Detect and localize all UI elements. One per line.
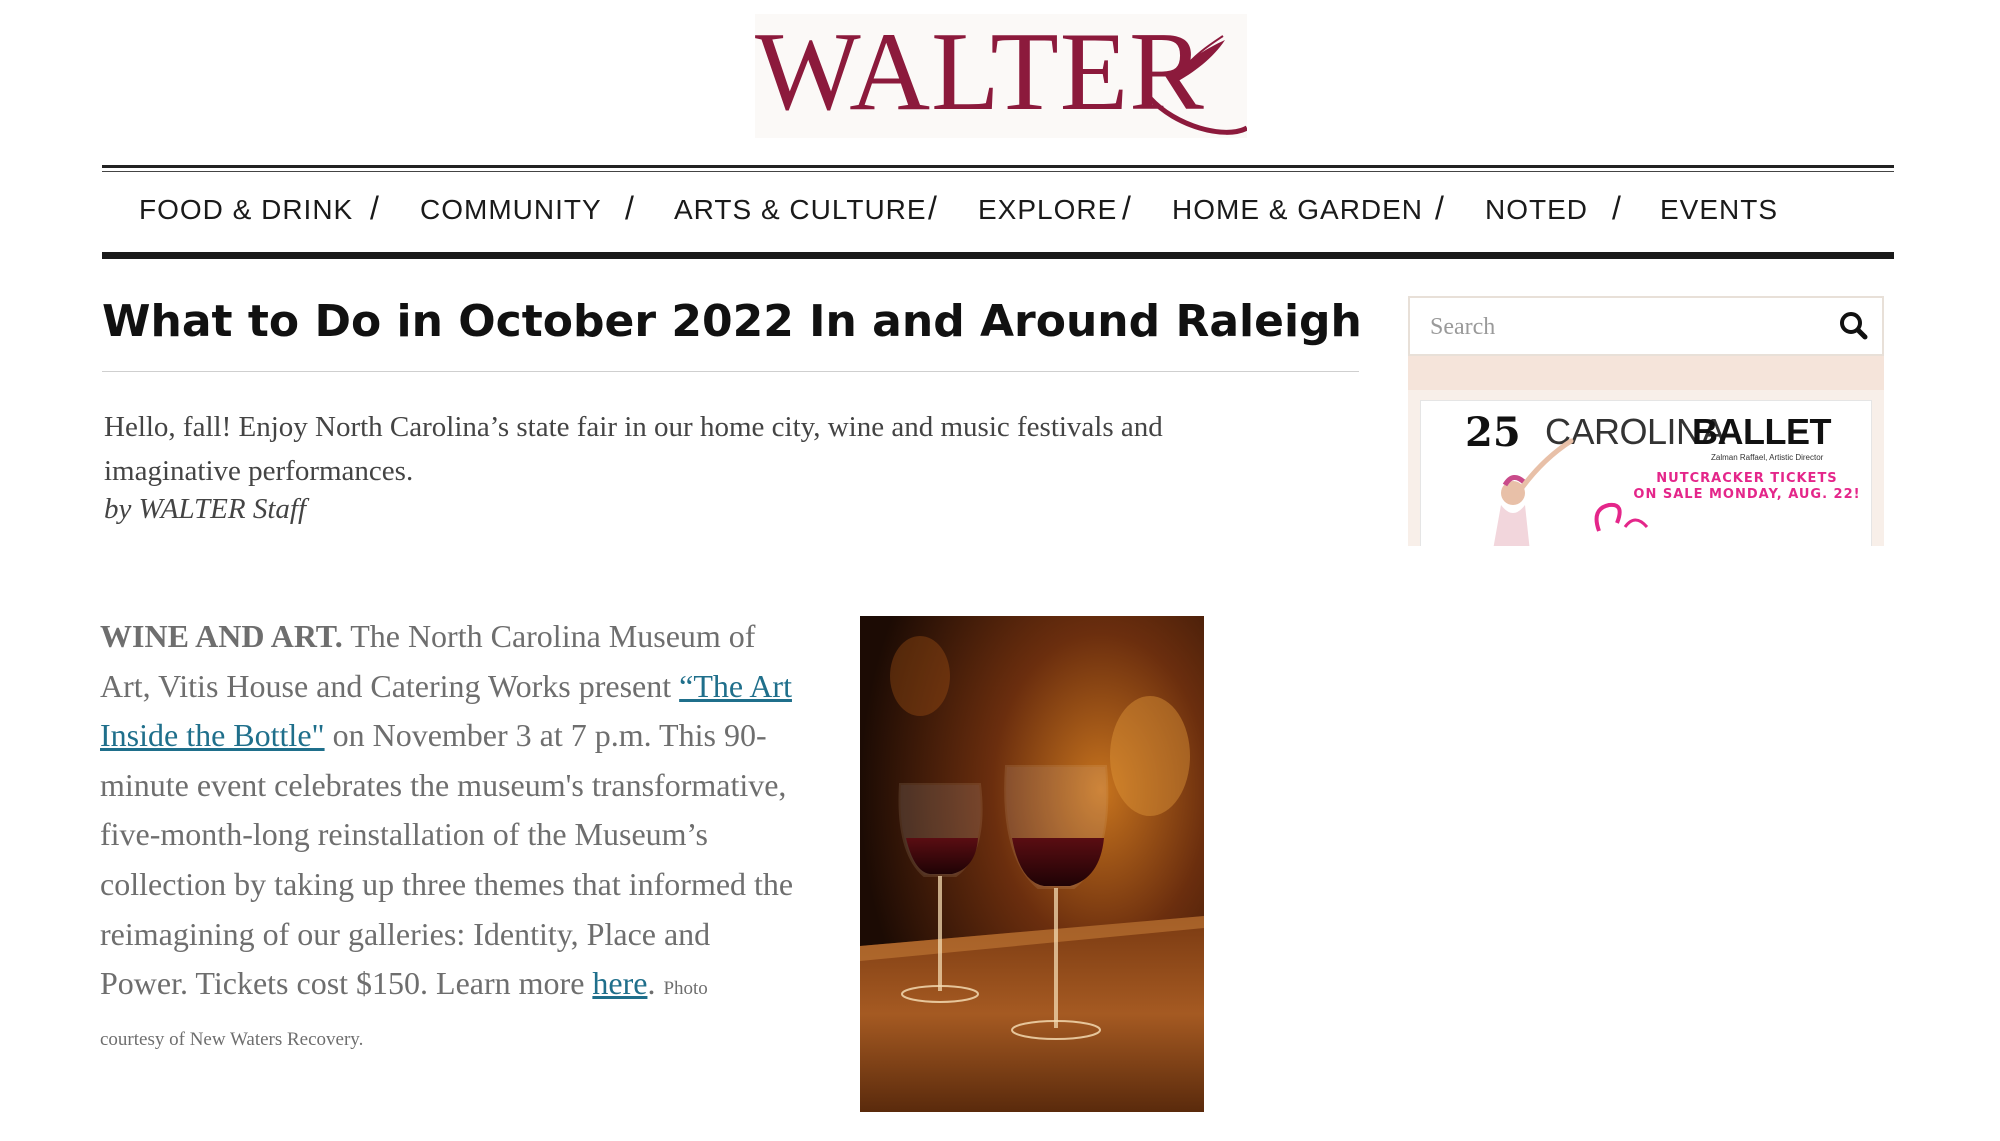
nav-separator: / <box>928 190 937 226</box>
section-text: on November 3 at 7 p.m. This 90-minute e… <box>100 717 794 1002</box>
search-icon[interactable] <box>1834 306 1874 346</box>
nav-top-rule <box>102 165 1894 168</box>
page-title: What to Do in October 2022 In and Around… <box>102 296 1362 347</box>
search-box <box>1408 296 1884 356</box>
nav-separator: / <box>1435 190 1444 226</box>
title-divider <box>102 371 1359 372</box>
article-intro: Hello, fall! Enjoy North Carolina’s stat… <box>104 411 1163 487</box>
article-body: WINE AND ART. The North Carolina Museum … <box>100 612 800 1068</box>
wine-glasses-photo <box>860 616 1204 1112</box>
site-logo[interactable]: WALTER <box>755 14 1247 138</box>
learn-more-link[interactable]: here <box>592 965 647 1001</box>
nav-item-noted[interactable]: NOTED <box>1485 194 1588 226</box>
article-byline: by WALTER Staff <box>104 493 306 525</box>
ad-header-band <box>1408 356 1884 390</box>
nav-separator: / <box>1612 190 1621 226</box>
section-lead: WINE AND ART. <box>100 618 343 654</box>
nav-separator: / <box>370 190 379 226</box>
main-nav: FOOD & DRINK / COMMUNITY / ARTS & CULTUR… <box>102 176 1894 248</box>
nav-item-explore[interactable]: EXPLORE <box>978 194 1117 226</box>
nav-bottom-rule <box>102 252 1894 259</box>
search-input[interactable] <box>1430 308 1810 346</box>
nav-top-rule-thin <box>102 171 1894 172</box>
nav-separator: / <box>1122 190 1131 226</box>
nav-separator: / <box>625 190 634 226</box>
nav-item-arts-culture[interactable]: ARTS & CULTURE <box>674 194 927 226</box>
nav-item-home-garden[interactable]: HOME & GARDEN <box>1172 194 1423 226</box>
ad-frame: 25 CAROLINA BALLET Zalman Raffael, Artis… <box>1408 390 1884 546</box>
logo-quill-icon <box>1148 35 1247 135</box>
photo-caption-credit: courtesy of New Waters Recovery. <box>100 1028 364 1050</box>
carolina-ballet-ad[interactable]: 25 CAROLINA BALLET Zalman Raffael, Artis… <box>1420 400 1872 546</box>
nav-item-food-drink[interactable]: FOOD & DRINK <box>139 194 353 226</box>
nav-item-events[interactable]: EVENTS <box>1660 194 1778 226</box>
ad-ballerina-illustration <box>1493 438 1649 546</box>
section-text: . <box>647 965 656 1002</box>
photo-caption: Photo <box>663 978 708 1000</box>
nav-item-community[interactable]: COMMUNITY <box>420 194 602 226</box>
